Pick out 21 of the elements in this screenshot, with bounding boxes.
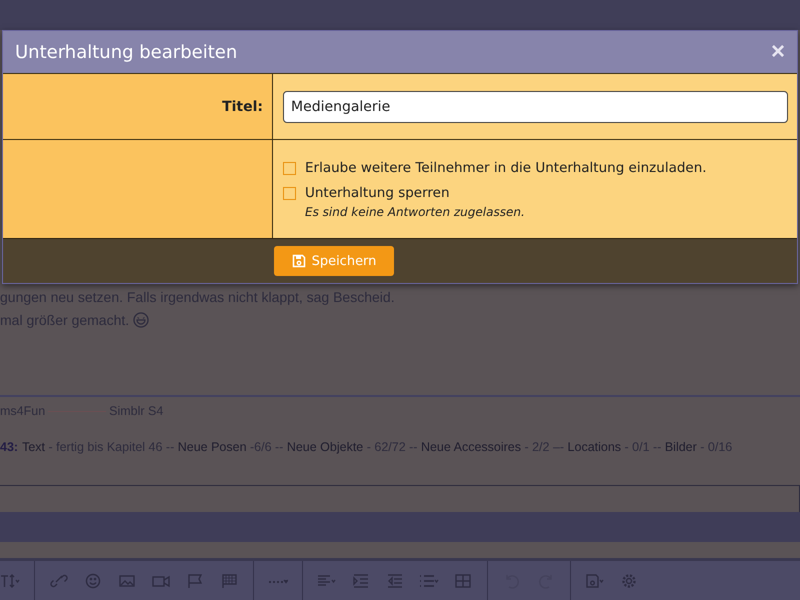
field-label: Titel:	[222, 98, 263, 114]
indent-icon[interactable]	[351, 572, 371, 588]
checkbox-label[interactable]: Unterhaltung sperren	[305, 184, 525, 200]
save-button[interactable]: Speichern	[274, 246, 394, 276]
list-icon[interactable]	[419, 572, 439, 588]
title-input[interactable]: Mediengalerie	[283, 90, 788, 122]
outdent-icon[interactable]	[385, 572, 405, 588]
table-icon[interactable]	[453, 572, 473, 588]
close-button[interactable]: ×	[768, 40, 787, 64]
align-icon[interactable]	[317, 572, 337, 588]
image-icon[interactable]	[117, 572, 137, 588]
option-hint: Es sind keine Antworten zugelassen.	[305, 204, 525, 218]
smiley-icon[interactable]	[83, 572, 103, 588]
dialog-title: Unterhaltung bearbeiten	[15, 42, 238, 62]
text-size-icon[interactable]	[0, 572, 20, 588]
grinning-emoji-icon	[133, 312, 150, 328]
checkbox-label[interactable]: Erlaube weitere Teilnehmer in die Unterhaltung einzuladen.	[305, 160, 707, 176]
checkbox[interactable]	[283, 186, 296, 200]
checkbox[interactable]	[283, 162, 296, 174]
save-icon[interactable]	[585, 572, 605, 588]
link-icon[interactable]	[49, 572, 69, 588]
